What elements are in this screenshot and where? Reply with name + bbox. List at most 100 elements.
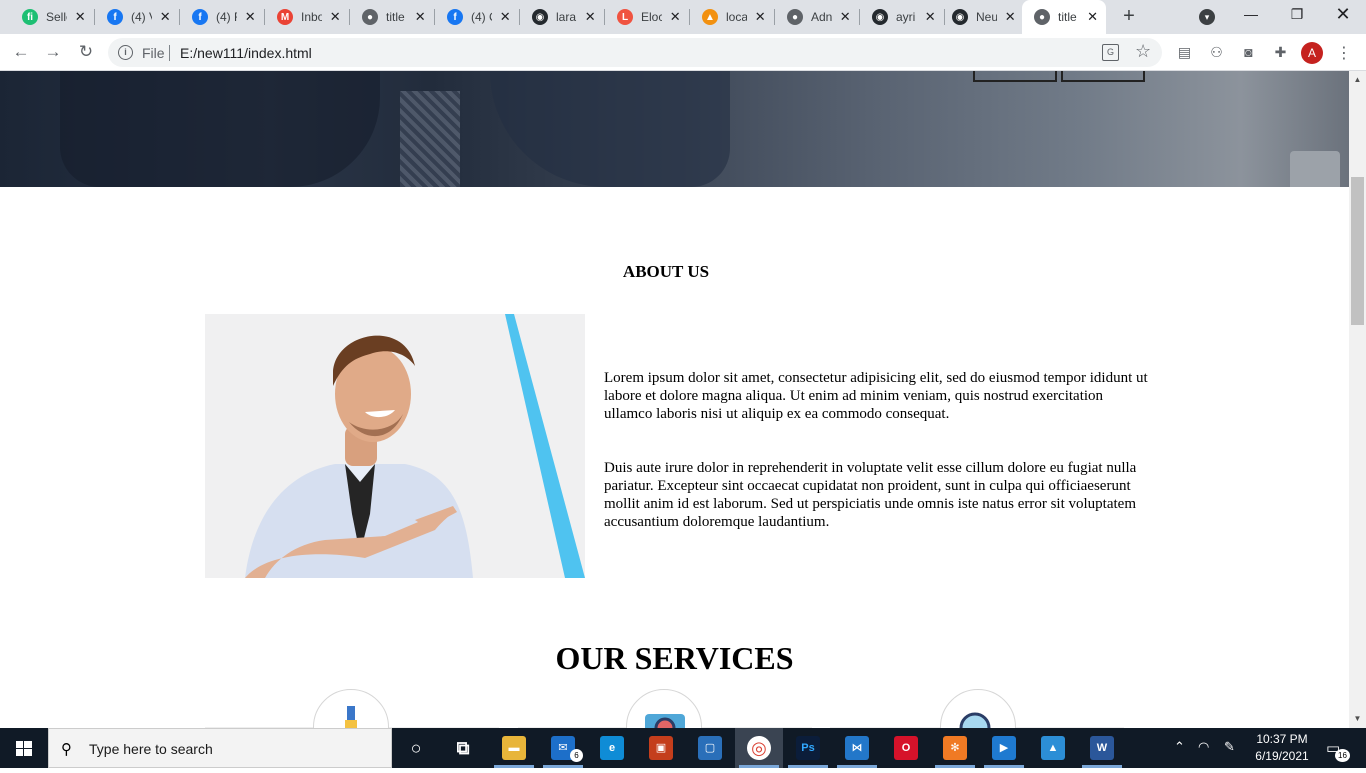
back-arrow-icon[interactable]: ← xyxy=(9,41,33,65)
hero-button-right[interactable] xyxy=(1061,71,1145,82)
extensions-puzzle-icon[interactable]: ✚ xyxy=(1272,44,1289,61)
browser-tab[interactable]: ● title ✕ xyxy=(350,0,435,34)
browser-tab[interactable]: L Eloc ✕ xyxy=(605,0,690,34)
tab-close-icon[interactable]: ✕ xyxy=(1087,9,1098,25)
tab-close-icon[interactable]: ✕ xyxy=(73,9,87,25)
camera-icon xyxy=(626,689,702,728)
tab-close-icon[interactable]: ✕ xyxy=(158,9,172,25)
tab-close-icon[interactable]: ✕ xyxy=(498,9,512,25)
restore-button[interactable]: ❐ xyxy=(1274,0,1320,30)
cortana-icon[interactable]: ○ xyxy=(404,736,428,760)
about-accent-stripe xyxy=(245,314,585,578)
globe-icon: ● xyxy=(787,9,803,25)
kebab-menu-icon[interactable]: ⋮ xyxy=(1334,43,1354,63)
opera-icon[interactable]: O xyxy=(894,736,918,760)
pdf-extension-icon[interactable]: ▤ xyxy=(1176,44,1193,61)
store-icon[interactable]: ▣ xyxy=(649,736,673,760)
fiverr-icon: fi xyxy=(22,9,38,25)
info-icon[interactable]: i xyxy=(118,45,133,60)
mail-badge: 6 xyxy=(570,749,583,762)
scroll-up-arrow[interactable]: ▲ xyxy=(1349,73,1366,87)
clock-time: 10:37 PM xyxy=(1256,732,1308,746)
scroll-thumb[interactable] xyxy=(1351,177,1364,325)
browser-tab[interactable]: M Inbo ✕ xyxy=(265,0,350,34)
browser-tab[interactable]: ● Adn ✕ xyxy=(775,0,860,34)
tab-title: Inbo xyxy=(301,10,323,24)
about-paragraph-2: Duis aute irure dolor in reprehenderit i… xyxy=(604,460,1137,530)
pen-icon[interactable]: ✎ xyxy=(1224,739,1235,755)
edge-icon[interactable]: e xyxy=(600,736,624,760)
browser-tab[interactable]: f (4) C ✕ xyxy=(435,0,520,34)
browser-toolbar: ← → ↻ i File E:/new111/index.html G ☆ ▤ … xyxy=(0,34,1366,71)
windows-start-icon[interactable] xyxy=(0,728,48,768)
box-app-icon[interactable]: ▢ xyxy=(698,736,722,760)
tab-close-icon[interactable]: ✕ xyxy=(328,9,342,25)
page-scrollbar[interactable]: ▲ ▼ xyxy=(1349,71,1366,728)
tab-search-icon[interactable]: ▾ xyxy=(1199,9,1215,25)
tab-close-icon[interactable]: ✕ xyxy=(243,9,257,25)
hero-button-left[interactable] xyxy=(973,71,1057,82)
minimize-button[interactable]: — xyxy=(1228,0,1274,30)
hero-laptop xyxy=(1290,151,1340,187)
tab-title: (4) F xyxy=(216,10,237,24)
chrome-icon[interactable]: ◎ xyxy=(747,736,771,760)
tab-title: Neu xyxy=(976,10,998,24)
browser-tab[interactable]: ● title ✕ xyxy=(1022,0,1106,34)
close-window-button[interactable]: ✕ xyxy=(1320,0,1366,30)
task-view-icon[interactable]: ⧉ xyxy=(451,736,475,760)
new-tab-button[interactable]: + xyxy=(1118,6,1140,28)
word-icon[interactable]: W xyxy=(1090,736,1114,760)
tab-close-icon[interactable]: ✕ xyxy=(1003,9,1017,25)
browser-tab[interactable]: f (4) F ✕ xyxy=(180,0,265,34)
camera-extension-icon[interactable]: ◙ xyxy=(1240,44,1257,61)
browser-tab[interactable]: f (4) V ✕ xyxy=(95,0,180,34)
github-icon: ◉ xyxy=(532,9,548,25)
tab-strip: fi Selle ✕ f (4) V ✕ f (4) F ✕ M Inbo ✕ ● title ✕ f (4) … xyxy=(0,0,1366,34)
browser-tab[interactable]: ◉ Neu ✕ xyxy=(940,0,1025,34)
taskbar-search-placeholder: Type here to search xyxy=(89,741,213,757)
profile-avatar[interactable]: A xyxy=(1301,42,1323,64)
browser-tab[interactable]: ▲ loca ✕ xyxy=(690,0,775,34)
tray-chevron-icon[interactable]: ⌃ xyxy=(1174,739,1185,755)
file-explorer-icon[interactable]: ▬ xyxy=(502,736,526,760)
address-divider xyxy=(169,45,170,61)
system-clock[interactable]: 10:37 PM 6/19/2021 xyxy=(1250,731,1314,765)
sync-extension-icon[interactable]: ⚇ xyxy=(1208,44,1225,61)
vscode-icon[interactable]: ⋈ xyxy=(845,736,869,760)
address-bar[interactable]: i File E:/new111/index.html G ☆ xyxy=(108,38,1162,67)
tab-close-icon[interactable]: ✕ xyxy=(413,9,427,25)
photoshop-icon[interactable]: Ps xyxy=(796,736,820,760)
url-text[interactable]: E:/new111/index.html xyxy=(180,45,312,61)
facebook-icon: f xyxy=(447,9,463,25)
tab-close-icon[interactable]: ✕ xyxy=(923,9,937,25)
about-title: ABOUT US xyxy=(622,262,710,281)
gmail-icon: M xyxy=(277,9,293,25)
tab-close-icon[interactable]: ✕ xyxy=(583,9,597,25)
browser-tab[interactable]: ◉ lara ✕ xyxy=(520,0,605,34)
forward-arrow-icon[interactable]: → xyxy=(41,41,65,65)
hero-figure-right xyxy=(490,71,730,187)
bookmark-star-icon[interactable]: ☆ xyxy=(1135,41,1151,62)
browser-tab[interactable]: fi Selle ✕ xyxy=(10,0,95,34)
tab-title: Adn xyxy=(811,10,833,24)
taskbar-search[interactable]: ⚲ Type here to search xyxy=(48,728,392,768)
tab-close-icon[interactable]: ✕ xyxy=(753,9,767,25)
photos-icon[interactable]: ▲ xyxy=(1041,736,1065,760)
reload-icon[interactable]: ↻ xyxy=(74,41,98,65)
services-title: OUR SERVICES xyxy=(555,640,794,676)
tab-title: title xyxy=(1058,10,1077,24)
hero-tie xyxy=(400,91,460,187)
tab-title: lara xyxy=(556,10,577,24)
browser-tab[interactable]: ◉ ayri ✕ xyxy=(860,0,945,34)
network-icon[interactable]: ◠ xyxy=(1198,739,1209,755)
github-icon: ◉ xyxy=(872,9,888,25)
tab-title: (4) C xyxy=(471,10,492,24)
scroll-down-arrow[interactable]: ▼ xyxy=(1349,712,1366,726)
tab-title: title xyxy=(386,10,405,24)
tab-close-icon[interactable]: ✕ xyxy=(838,9,852,25)
translate-icon[interactable]: G xyxy=(1102,44,1119,61)
video-editor-icon[interactable]: ▶ xyxy=(992,736,1016,760)
xampp-icon[interactable]: ✻ xyxy=(943,736,967,760)
page-viewport: ABOUT US Lorem ipsum dolor sit amet, con… xyxy=(0,71,1349,728)
tab-close-icon[interactable]: ✕ xyxy=(668,9,682,25)
